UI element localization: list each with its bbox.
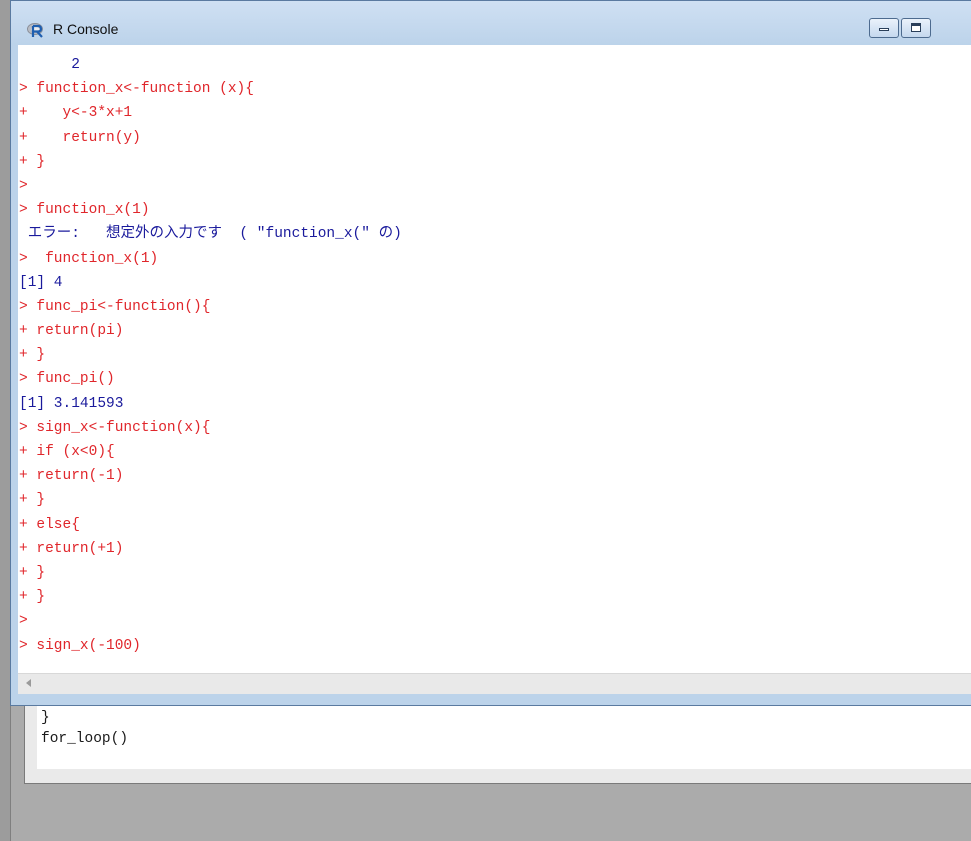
console-input-line: > sign_x(-100) — [19, 637, 141, 654]
horizontal-scrollbar[interactable] — [18, 673, 971, 694]
console-input-line: + } — [19, 492, 46, 509]
minimize-button[interactable] — [869, 18, 899, 38]
console-input-line: + return(pi) — [19, 323, 124, 340]
console-output[interactable]: 2 > function_x<-function (x){ + y<-3*x+1 + … — [18, 45, 971, 673]
console-output-line: 2 — [19, 57, 80, 73]
console-input-line: + else{ — [19, 516, 80, 533]
console-input-line: > sign_x<-function(x){ — [19, 419, 211, 436]
console-input-line: > — [19, 177, 28, 194]
title-bar[interactable]: R Console — [11, 1, 971, 45]
editor-code-line: } — [41, 710, 50, 726]
console-input-line: + y<-3*x+1 — [19, 105, 133, 122]
console-input-line: > function_x(1) — [19, 202, 150, 219]
console-input-line: + } — [19, 153, 46, 170]
console-input-line: + } — [19, 347, 46, 364]
console-input-line: + return(-1) — [19, 468, 124, 485]
maximize-icon — [911, 23, 921, 32]
console-input-line: + if (x<0){ — [19, 444, 115, 460]
console-input-line: > function_x(1) — [19, 250, 159, 267]
scroll-left-arrow-icon[interactable] — [26, 679, 31, 687]
console-output-line: エラー: 想定外の入力です ( "function_x(" の) — [19, 226, 402, 243]
console-input-line: > func_pi() — [19, 371, 115, 388]
window-title: R Console — [53, 21, 119, 37]
editor-code-line: for_loop() — [41, 731, 129, 747]
console-input-line: + return(+1) — [19, 540, 124, 557]
console-output-line: [1] 3.141593 — [19, 395, 124, 412]
r-logo-icon — [27, 23, 43, 38]
r-console-window[interactable]: R Console 2 > function_x<-function (x){ + … — [10, 0, 971, 706]
minimize-icon — [879, 28, 889, 31]
console-input-line: > — [19, 613, 28, 630]
console-output-line: [1] 4 — [19, 274, 63, 291]
console-input-line: + } — [19, 589, 46, 606]
console-input-line: > function_x<-function (x){ — [19, 81, 254, 98]
console-input-line: > func_pi<-function(){ — [19, 298, 211, 315]
console-input-line: + return(y) — [19, 129, 141, 146]
console-input-line: + } — [19, 564, 46, 581]
maximize-button[interactable] — [901, 18, 931, 38]
